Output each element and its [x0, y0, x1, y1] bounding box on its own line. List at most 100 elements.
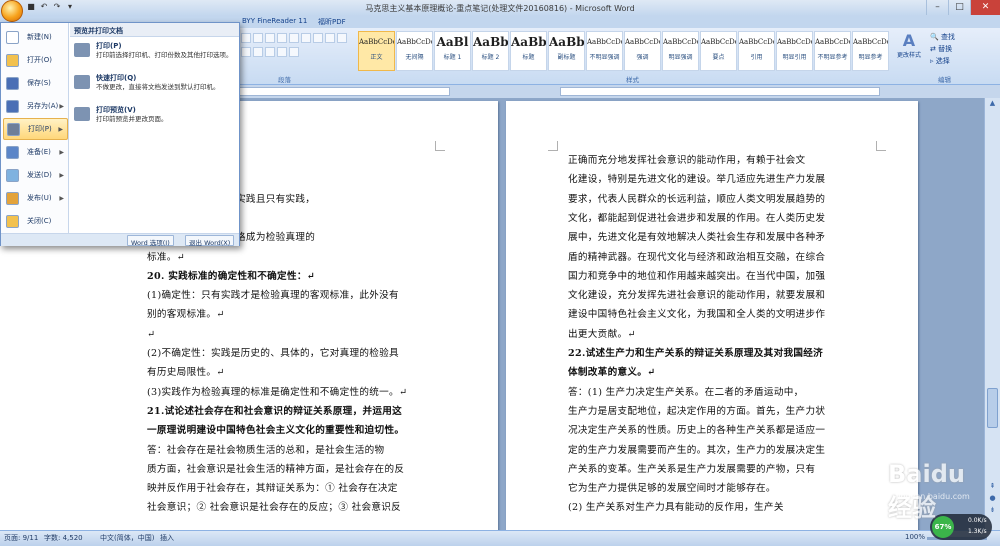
office-menu-item[interactable]: 发布(U) ▶ [3, 187, 68, 209]
word-options-button[interactable]: Word 选项(I) [127, 235, 174, 247]
group-label-styles: 样式 [626, 76, 639, 84]
office-menu-item[interactable]: 发送(D) ▶ [3, 164, 68, 186]
print-submenu-header: 预览并打印文档 [70, 23, 239, 37]
prepare-icon [6, 145, 19, 159]
office-menu-item[interactable]: 另存为(A) ▶ [3, 95, 68, 117]
zoom-level[interactable]: 100% [905, 533, 925, 541]
style-item[interactable]: AaBbCcDd 明显引用 [776, 31, 813, 71]
style-item[interactable]: AaBbC副标题 [548, 31, 585, 71]
replace-button[interactable]: ⇄ 替换 [930, 43, 955, 55]
tab-foxit-pdf[interactable]: 福昕PDF [318, 17, 346, 27]
style-item[interactable]: AaBbCcDc 正文 [358, 31, 395, 71]
status-bar: 页面: 9/11 字数: 4,520 中文(简体，中国) 插入 100% [0, 530, 1000, 546]
submenu-arrow-icon: ▶ [59, 171, 64, 179]
style-item[interactable]: AaBbCcDc 引用 [738, 31, 775, 71]
text-line: 答：社会存在是社会物质生活的总和，是社会生活的物 [147, 444, 385, 456]
office-menu-footer: Word 选项(I) 退出 Word(X) [1, 233, 239, 247]
office-button[interactable] [1, 0, 23, 22]
quick-print-entry[interactable]: 快速打印(Q) 不做更改，直接将文档发送到默认打印机。 [74, 73, 234, 105]
text-line: 21.试论述社会存在和社会意识的辩证关系原理，并运用这 [147, 405, 403, 417]
text-line: 20. 实践标准的确定性和不确定性：↵ [147, 270, 316, 282]
text-line: 盾的精神武器。在现代文化与经济和政治相互交融，在综合 [568, 251, 826, 263]
language[interactable]: 中文(简体，中国) [100, 533, 154, 543]
change-styles-button[interactable]: A 更改样式 [894, 31, 924, 59]
text-line: 出更大贡献。↵ [568, 328, 636, 340]
align-left-button[interactable] [325, 33, 335, 43]
vertical-scrollbar[interactable]: ▲ ⇞ ● ⇟ [984, 98, 1000, 530]
scroll-up-icon[interactable]: ▲ [987, 99, 998, 110]
office-menu-item[interactable]: 打印(P) ▶ [3, 118, 68, 140]
print-preview-icon [74, 107, 90, 121]
insert-mode[interactable]: 插入 [160, 533, 174, 543]
align-center-button[interactable] [337, 33, 347, 43]
print-preview-entry[interactable]: 打印预览(V) 打印前预览并更改页面。 [74, 105, 234, 137]
style-item[interactable]: AaBbCcDd 不明显参考 [814, 31, 851, 71]
text-line: 一原理说明建设中国特色社会主义文化的重要性和迫切性。 [147, 425, 405, 437]
printer-icon [74, 43, 90, 57]
office-menu-item[interactable]: 新建(N) [3, 26, 68, 48]
page-count[interactable]: 页面: 9/11 [4, 533, 38, 543]
office-menu-item[interactable]: 准备(E) ▶ [3, 141, 68, 163]
save-icon[interactable]: ■ [26, 2, 36, 12]
publish-icon [6, 191, 19, 205]
window-title: 马克思主义基本原理概论-重点笔记(处理文件20160816) - Microso… [365, 4, 635, 13]
text-line: 化建设，特别是先进文化的建设。举几适应先进生产力发展 [568, 174, 826, 186]
text-line: 正确而充分地发挥社会意识的能动作用，有赖于社会文 [568, 155, 806, 166]
decrease-indent-button[interactable] [277, 33, 287, 43]
exit-word-button[interactable]: 退出 Word(X) [185, 235, 235, 247]
group-label-editing: 编辑 [938, 76, 951, 84]
scroll-thumb[interactable] [987, 388, 998, 428]
redo-icon[interactable]: ↷ [52, 2, 62, 12]
minimize-button[interactable]: – [926, 0, 948, 15]
select-button[interactable]: ▹ 选择 [930, 55, 955, 67]
shading-button[interactable] [277, 47, 287, 57]
justify-button[interactable] [253, 47, 263, 57]
office-menu-item[interactable]: 关闭(C) [3, 210, 68, 232]
word-count[interactable]: 字数: 4,520 [44, 533, 83, 543]
submenu-arrow-icon: ▶ [59, 102, 64, 110]
border-button[interactable] [289, 47, 299, 57]
bullets-button[interactable] [241, 33, 251, 43]
office-menu-item[interactable]: 打开(O) [3, 49, 68, 71]
style-item[interactable]: AaBb(标题 2 [472, 31, 509, 71]
style-item[interactable]: AaBbCcDd 明显参考 [852, 31, 889, 71]
style-item[interactable]: AaBbCcDd 要点 [700, 31, 737, 71]
next-page-icon[interactable]: ⇟ [987, 506, 998, 517]
text-line: (2) 生产关系对生产力具有能动的反作用，生产关 [568, 502, 784, 514]
style-item[interactable]: AaBb(标题 [510, 31, 547, 71]
text-line: 况决定生产关系的性质。历史上的各种生产关系都是适应一 [568, 425, 826, 437]
text-line: 社会意识；② 社会意识是社会存在的反应；③ 社会意识反 [147, 502, 402, 514]
sort-button[interactable] [301, 33, 311, 43]
print-submenu: 预览并打印文档 打印(P) 打印前选择打印机、打印份数及其他打印选项。 快速打印… [70, 23, 239, 233]
print-entry[interactable]: 打印(P) 打印前选择打印机、打印份数及其他打印选项。 [74, 41, 234, 73]
style-item[interactable]: AaBbCcDd 明显强调 [662, 31, 699, 71]
text-line: 国力和竞争中的地位和作用越来越突出。在当代中国，加强 [568, 270, 826, 282]
show-marks-button[interactable] [313, 33, 323, 43]
multilevel-list-button[interactable] [265, 33, 275, 43]
style-item[interactable]: AaBbCcDc 无间隔 [396, 31, 433, 71]
style-item[interactable]: AaBl 标题 1 [434, 31, 471, 71]
find-button[interactable]: 🔍 查找 [930, 31, 955, 43]
text-line: ↵ [147, 328, 156, 340]
text-line: 产关系的变革。生产关系是生产力发展需要的产物，只有 [568, 463, 816, 475]
align-right-button[interactable] [241, 47, 251, 57]
style-item[interactable]: AaBbCcDd 不明显强调 [586, 31, 623, 71]
save-disk-icon [6, 76, 19, 90]
browse-object-icon[interactable]: ● [987, 494, 998, 505]
office-menu: 新建(N) 打开(O) 保存(S) 另存为(A) ▶ 打印(P) ▶ 准备(E) ▶ 发送(D) ▶… [0, 22, 240, 247]
style-item[interactable]: AaBbCcDd 强调 [624, 31, 661, 71]
open-folder-icon [6, 53, 19, 67]
increase-indent-button[interactable] [289, 33, 299, 43]
qat-customize-icon[interactable]: ▾ [65, 2, 75, 12]
styles-gallery: AaBbCcDc正文AaBbCcDc无间隔AaBl标题 1AaBb(标题 2Aa… [358, 31, 889, 71]
maximize-button[interactable]: □ [948, 0, 970, 15]
close-folder-icon [6, 214, 19, 228]
tab-finereader[interactable]: BYY FineReader 11 [242, 17, 307, 25]
prev-page-icon[interactable]: ⇞ [987, 482, 998, 493]
text-line: 别的客观标准。↵ [147, 309, 225, 321]
numbering-button[interactable] [253, 33, 263, 43]
office-menu-item[interactable]: 保存(S) [3, 72, 68, 94]
undo-icon[interactable]: ↶ [39, 2, 49, 12]
line-spacing-button[interactable] [265, 47, 275, 57]
close-button[interactable]: ✕ [970, 0, 1000, 15]
